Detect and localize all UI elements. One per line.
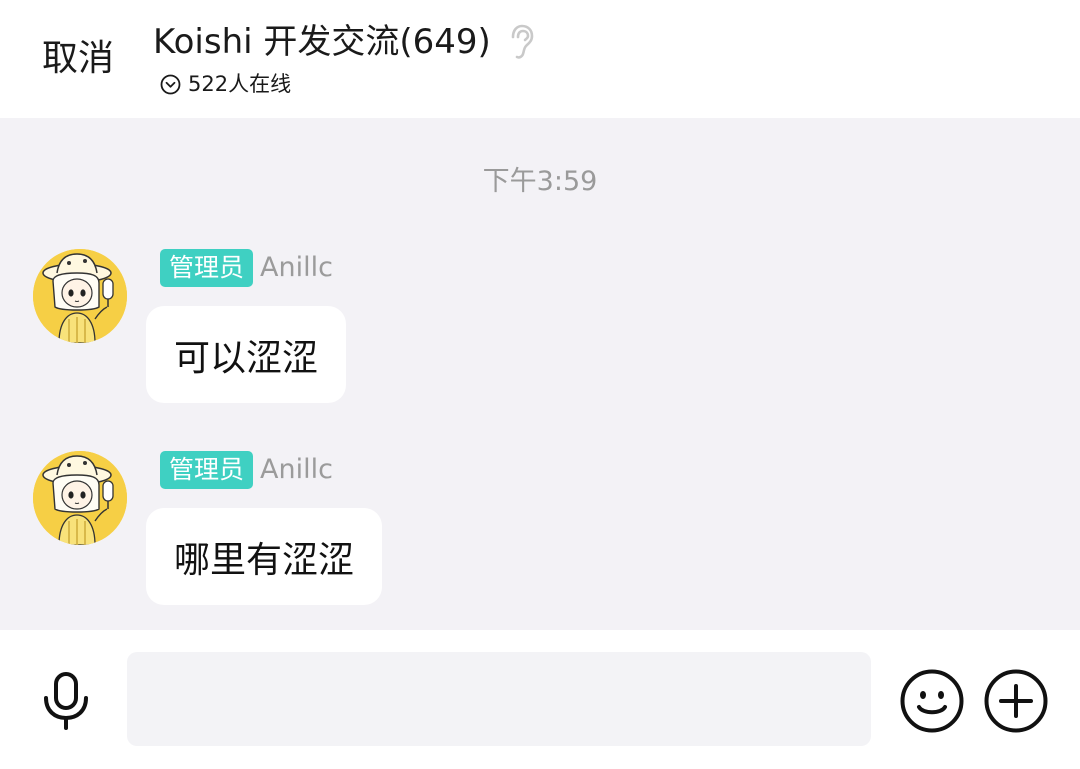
chevron-down-circle-icon: [160, 74, 181, 95]
sender-name[interactable]: Anillc: [260, 249, 333, 287]
admin-badge: 管理员: [160, 249, 254, 287]
sender-name[interactable]: Anillc: [260, 451, 333, 489]
cancel-button[interactable]: 取消: [42, 36, 114, 82]
plus-circle-icon[interactable]: [983, 668, 1049, 734]
chat-message-area[interactable]: 下午3:59 管理员 Anillc 可以涩涩 管理员 Anillc 哪里有涩涩: [0, 118, 1080, 630]
microphone-icon[interactable]: [38, 670, 94, 732]
smiley-icon[interactable]: [899, 668, 965, 734]
online-status-row[interactable]: 522人在线: [160, 70, 291, 98]
sender-row: 管理员 Anillc: [160, 248, 333, 288]
message-timestamp: 下午3:59: [482, 166, 598, 197]
message-bubble[interactable]: 可以涩涩: [146, 306, 347, 403]
avatar[interactable]: [33, 249, 127, 343]
admin-badge: 管理员: [160, 451, 254, 489]
message-input[interactable]: [127, 652, 871, 746]
sender-row: 管理员 Anillc: [160, 450, 333, 490]
group-title[interactable]: Koishi 开发交流(649): [153, 20, 491, 64]
avatar[interactable]: [33, 451, 127, 545]
title-row: Koishi 开发交流(649): [153, 20, 535, 64]
input-bar: [0, 630, 1080, 769]
chat-header: 取消 Koishi 开发交流(649) 522人在线: [0, 0, 1080, 118]
online-count: 522人在线: [188, 72, 292, 96]
ear-icon[interactable]: [507, 24, 535, 60]
message-bubble[interactable]: 哪里有涩涩: [146, 508, 383, 605]
